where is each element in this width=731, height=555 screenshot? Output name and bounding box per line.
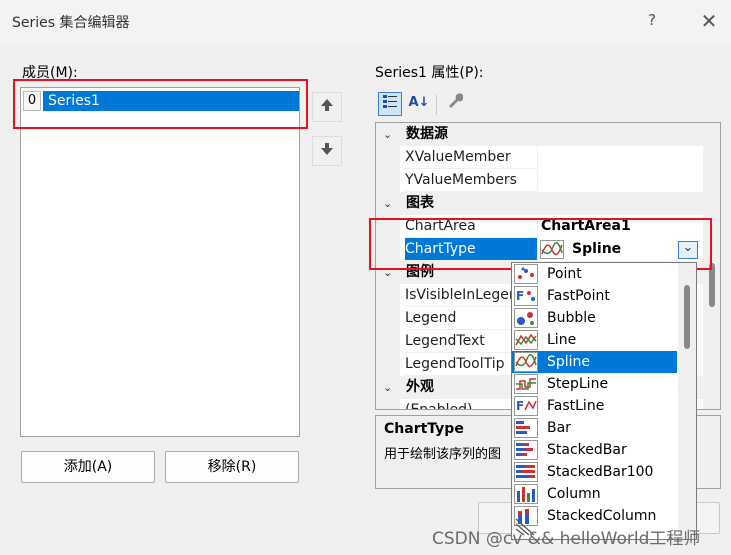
column-divider — [537, 146, 538, 169]
chart-type-option[interactable]: F FastLine — [512, 395, 677, 417]
move-down-button[interactable] — [312, 136, 342, 166]
row-margin — [376, 169, 400, 192]
property-pages-button[interactable] — [443, 92, 467, 116]
line-chart-icon — [514, 330, 538, 350]
help-button[interactable]: ? — [640, 11, 664, 33]
chart-type-option[interactable]: Bubble — [512, 307, 677, 329]
window-title: Series 集合编辑器 — [12, 15, 130, 31]
row-margin — [376, 284, 400, 307]
description-title: ChartType — [384, 421, 464, 437]
option-label: FastPoint — [547, 288, 610, 304]
category-data-source[interactable]: ⌄ 数据源 — [376, 123, 703, 146]
property-row[interactable]: XValueMember — [376, 146, 703, 169]
property-row[interactable]: YValueMembers — [376, 169, 703, 192]
property-value[interactable] — [541, 169, 701, 192]
chart-type-option-selected[interactable]: Spline — [512, 351, 677, 373]
arrow-up-icon — [320, 97, 334, 116]
members-list[interactable]: 0 Series1 — [20, 87, 300, 437]
option-label: Spline — [547, 354, 591, 370]
collapse-icon[interactable]: ⌄ — [383, 192, 397, 215]
option-label: Bar — [547, 420, 571, 436]
option-label: Bubble — [547, 310, 596, 326]
category-label: 数据源 — [406, 126, 448, 142]
spline-chart-icon — [514, 352, 538, 372]
close-button[interactable]: ✕ — [694, 8, 724, 34]
bar-chart-icon — [514, 418, 538, 438]
point-chart-icon — [514, 264, 538, 284]
wrench-icon — [447, 93, 464, 112]
fastline-chart-icon: F — [514, 396, 538, 416]
category-label: 图表 — [406, 195, 434, 211]
option-label: FastLine — [547, 398, 605, 414]
move-up-button[interactable] — [312, 92, 342, 122]
stackedbar100-chart-icon — [514, 462, 538, 482]
remove-button[interactable]: 移除(R) — [165, 451, 299, 483]
category-label: 外观 — [406, 379, 434, 395]
chart-type-option[interactable]: StackedBar100 — [512, 461, 677, 483]
properties-label: Series1 属性(P): — [375, 65, 484, 81]
option-label: Point — [547, 266, 582, 282]
row-margin — [376, 353, 400, 376]
row-margin — [376, 330, 400, 353]
option-label: StackedBar — [547, 442, 627, 458]
category-chart[interactable]: ⌄ 图表 — [376, 192, 703, 215]
svg-text:F: F — [516, 399, 524, 413]
chart-type-option[interactable]: StackedBar — [512, 439, 677, 461]
stepline-chart-icon — [514, 374, 538, 394]
arrow-down-icon — [320, 141, 334, 160]
chart-type-option[interactable]: F FastPoint — [512, 285, 677, 307]
option-label: StepLine — [547, 376, 609, 392]
collapse-icon[interactable]: ⌄ — [383, 376, 397, 399]
property-name: YValueMembers — [405, 169, 537, 192]
alphabetical-view-button[interactable]: A↓ — [407, 92, 431, 116]
collapse-icon[interactable]: ⌄ — [383, 123, 397, 146]
sort-alphabetical-icon: A↓ — [408, 95, 430, 110]
scrollbar-thumb[interactable] — [684, 285, 690, 349]
fastpoint-chart-icon: F — [514, 286, 538, 306]
option-label: StackedBar100 — [547, 464, 654, 480]
row-margin — [376, 146, 400, 169]
chart-type-option[interactable]: Line — [512, 329, 677, 351]
toolbar-separator — [436, 95, 437, 115]
property-name: XValueMember — [405, 146, 537, 169]
watermark: CSDN @cv && helloWorld工程师 — [432, 529, 701, 549]
add-button[interactable]: 添加(A) — [21, 451, 155, 483]
svg-text:F: F — [516, 289, 524, 303]
highlight-box-member — [13, 79, 308, 129]
categorized-view-button[interactable] — [378, 92, 402, 116]
row-margin — [376, 399, 400, 409]
chart-type-option[interactable]: Bar — [512, 417, 677, 439]
stackedbar-chart-icon — [514, 440, 538, 460]
column-divider — [537, 169, 538, 192]
chart-type-option[interactable]: StepLine — [512, 373, 677, 395]
row-margin — [376, 307, 400, 330]
description-text: 用于绘制该序列的图 — [384, 447, 502, 462]
option-label: Column — [547, 486, 601, 502]
chart-type-dropdown[interactable]: Point F FastPoint Bubble Line Spline Ste… — [511, 262, 697, 540]
chart-type-option[interactable]: Column — [512, 483, 677, 505]
option-label: Line — [547, 332, 577, 348]
bubble-chart-icon — [514, 308, 538, 328]
categorized-icon — [382, 95, 398, 113]
property-value[interactable] — [541, 146, 701, 169]
chart-type-option[interactable]: Point — [512, 263, 677, 285]
column-chart-icon — [514, 484, 538, 504]
